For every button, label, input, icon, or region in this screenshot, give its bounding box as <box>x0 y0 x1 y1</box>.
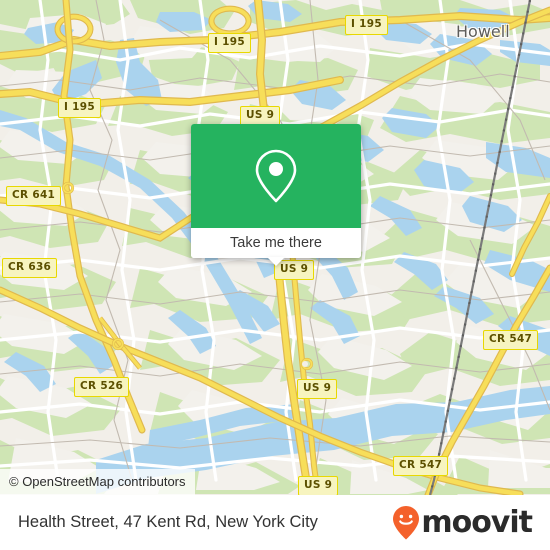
poi-card-pointer-tail <box>267 257 285 266</box>
road-shield-us9-d: US 9 <box>298 476 339 495</box>
road-shield-cr526: CR 526 <box>74 377 130 397</box>
poi-popup-card[interactable]: Take me there <box>191 124 361 266</box>
road-shield-i195-c: I 195 <box>58 98 101 118</box>
address-label: Health Street, 47 Kent Rd, New York City <box>18 513 318 531</box>
poi-card-caption[interactable]: Take me there <box>191 228 361 258</box>
osm-attribution[interactable]: © OpenStreetMap contributors <box>0 469 195 495</box>
road-shield-us9-a: US 9 <box>240 106 281 126</box>
moovit-smiley-pin-icon <box>393 505 420 539</box>
poi-card-image <box>191 124 361 228</box>
road-shield-i195-a: I 195 <box>208 33 251 53</box>
road-shield-cr641: CR 641 <box>6 186 62 206</box>
map-canvas[interactable]: I 195 I 195 I 195 US 9 CR 641 CR 636 US … <box>0 0 550 495</box>
footer-bar: Health Street, 47 Kent Rd, New York City… <box>0 495 550 550</box>
moovit-map-share-page: I 195 I 195 I 195 US 9 CR 641 CR 636 US … <box>0 0 550 550</box>
city-label-howell: Howell <box>456 22 510 41</box>
location-pin-icon <box>255 149 297 203</box>
moovit-wordmark: moovit <box>421 504 533 540</box>
road-shield-cr547-b: CR 547 <box>393 456 449 476</box>
road-shield-us9-c: US 9 <box>297 379 338 399</box>
road-shield-cr547-a: CR 547 <box>483 330 539 350</box>
road-shield-cr636: CR 636 <box>2 258 58 278</box>
road-shield-i195-b: I 195 <box>345 15 388 35</box>
moovit-logo[interactable]: moovit <box>391 504 533 541</box>
